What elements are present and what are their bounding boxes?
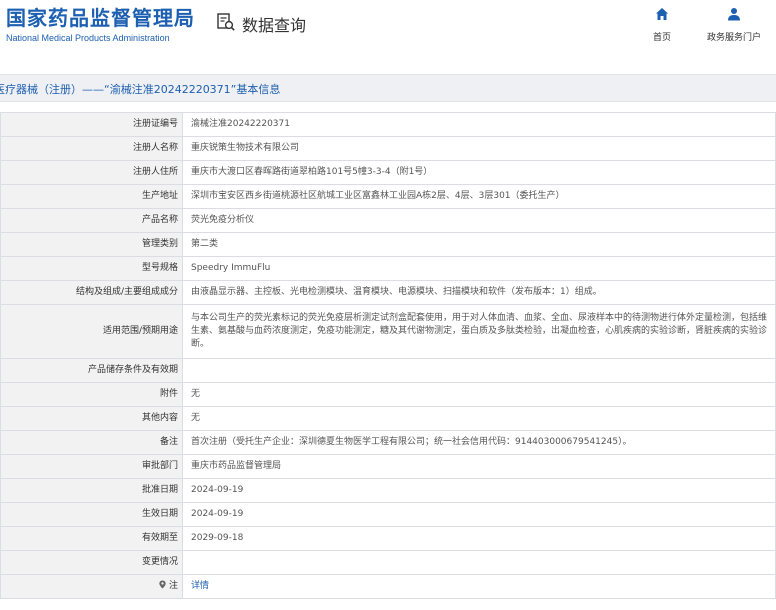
row-label: 审批部门: [0, 454, 183, 479]
table-row: 产品储存条件及有效期: [0, 358, 776, 383]
table-row: 备注 首次注册（受托生产企业：深圳德夏生物医学工程有限公司；统一社会信用代码：9…: [0, 430, 776, 455]
site-logo[interactable]: 国家药品监督管理局 National Medical Products Admi…: [6, 6, 195, 44]
table-row: 注册人名称 重庆锐策生物技术有限公司: [0, 136, 776, 161]
table-row: 有效期至 2029-09-18: [0, 526, 776, 551]
table-row: 注册人住所 重庆市大渡口区春晖路街道翠柏路101号5幢3-3-4（附1号）: [0, 160, 776, 185]
search-document-icon: [216, 12, 236, 36]
row-value: [182, 550, 776, 575]
row-value: Speedry ImmuFlu: [182, 256, 776, 281]
row-label: 备注: [0, 430, 183, 455]
nav-service-label: 政务服务门户: [706, 33, 761, 43]
table-row: 管理类别 第二类: [0, 232, 776, 257]
row-label: 有效期至: [0, 526, 183, 551]
row-label: 结构及组成/主要组成成分: [0, 280, 183, 305]
row-label: 注册人名称: [0, 136, 183, 161]
row-value: 详情: [182, 574, 776, 599]
row-value: 与本公司生产的荧光素标记的荧光免疫层析测定试剂盒配套使用，用于对人体血清、血浆、…: [182, 304, 776, 359]
row-value: 无: [182, 406, 776, 431]
nav-home[interactable]: 首页: [632, 6, 692, 43]
pin-icon: [158, 580, 169, 591]
row-value: 渝械注准20242220371: [182, 112, 776, 137]
row-value: 首次注册（受托生产企业：深圳德夏生物医学工程有限公司；统一社会信用代码：9144…: [182, 430, 776, 455]
note-label: 注: [168, 581, 178, 591]
home-icon: [655, 6, 669, 25]
row-value: 无: [182, 382, 776, 407]
row-value: 深圳市宝安区西乡街道桃源社区航城工业区富鑫林工业园A栋2层、4层、3层301（委…: [182, 184, 776, 209]
details-link[interactable]: 详情: [191, 581, 209, 591]
row-label: 生效日期: [0, 502, 183, 527]
row-label: 生产地址: [0, 184, 183, 209]
row-value: 2029-09-18: [182, 526, 776, 551]
table-row: 注册证编号 渝械注准20242220371: [0, 112, 776, 137]
row-value: 重庆市大渡口区春晖路街道翠柏路101号5幢3-3-4（附1号）: [182, 160, 776, 185]
logo-english-name: National Medical Products Administration: [6, 33, 170, 43]
table-row: 结构及组成/主要组成成分 由液晶显示器、主控板、光电检测模块、温育模块、电源模块…: [0, 280, 776, 305]
table-row: 其他内容 无: [0, 406, 776, 431]
row-value: 荧光免疫分析仪: [182, 208, 776, 233]
row-label: 产品储存条件及有效期: [0, 358, 183, 383]
row-label-note: 注: [0, 574, 183, 599]
row-value: 2024-09-19: [182, 478, 776, 503]
registration-info-table: 注册证编号 渝械注准20242220371 注册人名称 重庆锐策生物技术有限公司…: [0, 112, 776, 599]
table-row: 适用范围/预期用途 与本公司生产的荧光素标记的荧光免疫层析测定试剂盒配套使用，用…: [0, 304, 776, 359]
table-row: 审批部门 重庆市药品监督管理局: [0, 454, 776, 479]
row-value: 重庆锐策生物技术有限公司: [182, 136, 776, 161]
table-row: 变更情况: [0, 550, 776, 575]
table-row: 生效日期 2024-09-19: [0, 502, 776, 527]
site-header: 国家药品监督管理局 National Medical Products Admi…: [0, 0, 776, 62]
row-value: [182, 358, 776, 383]
table-row: 批准日期 2024-09-19: [0, 478, 776, 503]
row-label: 变更情况: [0, 550, 183, 575]
breadcrumb-bar: 医疗器械（注册）——“渝械注准20242220371”基本信息: [0, 74, 776, 102]
logo-chinese-name: 国家药品监督管理局: [6, 6, 195, 30]
table-row: 生产地址 深圳市宝安区西乡街道桃源社区航城工业区富鑫林工业园A栋2层、4层、3层…: [0, 184, 776, 209]
nav-government-service[interactable]: 政务服务门户: [702, 6, 766, 43]
table-row: 产品名称 荧光免疫分析仪: [0, 208, 776, 233]
row-label: 产品名称: [0, 208, 183, 233]
row-label: 适用范围/预期用途: [0, 304, 183, 359]
row-label: 其他内容: [0, 406, 183, 431]
row-value: 第二类: [182, 232, 776, 257]
row-label: 型号规格: [0, 256, 183, 281]
row-label: 注册人住所: [0, 160, 183, 185]
row-label: 管理类别: [0, 232, 183, 257]
table-row: 附件 无: [0, 382, 776, 407]
row-label: 附件: [0, 382, 183, 407]
breadcrumb: 医疗器械（注册）——“渝械注准20242220371”基本信息: [0, 83, 281, 96]
row-value: 由液晶显示器、主控板、光电检测模块、温育模块、电源模块、扫描模块和软件（发布版本…: [182, 280, 776, 305]
table-row: 注 详情: [0, 574, 776, 599]
row-value: 重庆市药品监督管理局: [182, 454, 776, 479]
data-query-label: 数据查询: [242, 16, 307, 35]
user-icon: [727, 6, 741, 25]
row-value: 2024-09-19: [182, 502, 776, 527]
nav-home-label: 首页: [652, 33, 671, 43]
row-label: 注册证编号: [0, 112, 183, 137]
row-label: 批准日期: [0, 478, 183, 503]
table-row: 型号规格 Speedry ImmuFlu: [0, 256, 776, 281]
data-query-title: 数据查询: [216, 12, 306, 36]
